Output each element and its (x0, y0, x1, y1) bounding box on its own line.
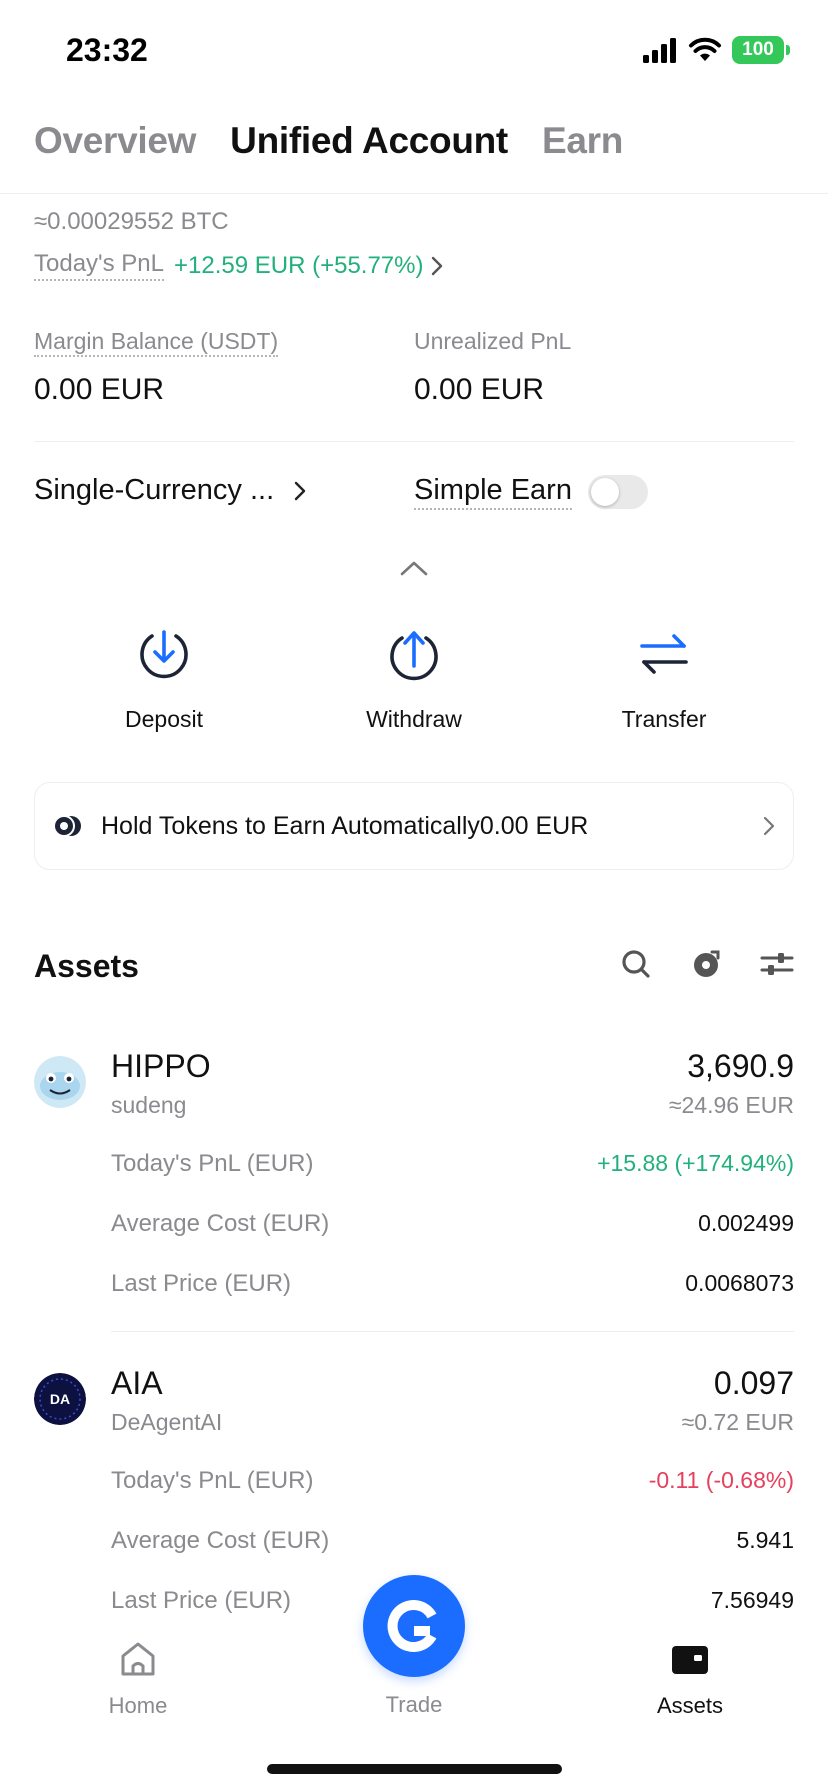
battery-tip (786, 45, 790, 55)
tabs-divider (0, 193, 828, 194)
chevron-right-icon (432, 256, 443, 275)
simple-earn-toggle[interactable] (587, 475, 648, 509)
status-time: 23:32 (66, 32, 148, 68)
coin-filter-icon[interactable] (690, 948, 722, 980)
last-price-label: Last Price (EUR) (111, 1270, 292, 1297)
simple-earn-row: Simple Earn (414, 474, 648, 510)
home-indicator (267, 1764, 562, 1774)
margin-balance: Margin Balance (USDT) 0.00 EUR (34, 328, 279, 407)
average-cost-value: 0.002499 (698, 1210, 794, 1236)
trade-button[interactable] (363, 1575, 465, 1677)
tab-assets[interactable]: Assets (630, 1640, 750, 1719)
tab-earn[interactable]: Earn (542, 120, 623, 162)
deposit-button[interactable]: Deposit (64, 624, 264, 733)
coins-icon (53, 815, 81, 837)
deposit-label: Deposit (125, 706, 203, 732)
chevron-right-icon (294, 481, 306, 500)
account-mode-row: Single-Currency ... Simple Earn (34, 474, 794, 514)
asset-divider (111, 1331, 794, 1332)
margin-balance-label[interactable]: Margin Balance (USDT) (34, 328, 279, 357)
account-tabs: Overview Unified Account Earn (34, 120, 623, 162)
wifi-icon (689, 37, 721, 61)
hippo-coin-icon (34, 1056, 86, 1108)
todays-pnl-value: +12.59 EUR (+55.77%) (174, 251, 424, 279)
coin-symbol: HIPPO (111, 1048, 211, 1084)
unrealized-pnl-value: 0.00 EUR (414, 373, 545, 406)
tab-assets-label: Assets (656, 1693, 724, 1718)
transfer-button[interactable]: Transfer (564, 624, 764, 733)
assets-title: Assets (34, 948, 139, 984)
todays-pnl-label[interactable]: Today's PnL (34, 250, 164, 281)
battery-icon: 100 (732, 36, 790, 64)
auto-earn-banner[interactable]: Hold Tokens to Earn Automatically0.00 EU… (34, 782, 794, 870)
auto-earn-text: Hold Tokens to Earn Automatically0.00 EU… (101, 811, 589, 840)
btc-equivalent: ≈0.00029552 BTC (34, 208, 229, 235)
withdraw-icon (390, 631, 438, 681)
transfer-label: Transfer (621, 706, 707, 732)
signal-icon (643, 38, 676, 63)
todays-pnl-row[interactable]: Today's PnL +12.59 EUR (+55.77%) (34, 250, 443, 281)
todays-pnl-value: -0.11 (-0.68%) (648, 1467, 794, 1493)
margin-balance-value: 0.00 EUR (34, 373, 165, 406)
battery-level: 100 (732, 36, 784, 64)
average-cost-value: 5.941 (736, 1527, 794, 1553)
assets-header: Assets (34, 944, 794, 992)
withdraw-button[interactable]: Withdraw (314, 624, 514, 733)
tab-home[interactable]: Home (78, 1640, 198, 1719)
chevron-up-icon[interactable] (398, 558, 430, 583)
coin-fiat-value: ≈24.96 EUR (668, 1092, 794, 1118)
search-icon[interactable] (620, 948, 652, 980)
todays-pnl-label: Today's PnL (EUR) (111, 1467, 314, 1494)
unrealized-pnl-label: Unrealized PnL (414, 328, 572, 354)
assets-tools (620, 948, 794, 980)
account-mode-selector[interactable]: Single-Currency ... (34, 474, 306, 507)
todays-pnl-value: +15.88 (+174.94%) (597, 1150, 794, 1176)
home-icon (121, 1642, 155, 1676)
aia-logo-text: DA (50, 1391, 70, 1407)
deposit-icon (140, 630, 188, 679)
last-price-value: 7.56949 (710, 1587, 794, 1613)
coin-name: DeAgentAI (111, 1409, 223, 1435)
tab-overview[interactable]: Overview (34, 120, 196, 162)
average-cost-label: Average Cost (EUR) (111, 1210, 330, 1237)
summary-divider (34, 441, 794, 442)
account-mode-label: Single-Currency ... (34, 474, 275, 506)
status-icons: 100 (642, 36, 790, 64)
status-bar: 23:32 100 (0, 0, 828, 100)
coin-amount: 3,690.9 (687, 1048, 794, 1084)
withdraw-label: Withdraw (366, 706, 462, 732)
coin-fiat-value: ≈0.72 EUR (681, 1409, 794, 1435)
chevron-right-icon (763, 816, 775, 836)
tab-unified-account[interactable]: Unified Account (230, 120, 508, 162)
last-price-label: Last Price (EUR) (111, 1587, 292, 1614)
average-cost-label: Average Cost (EUR) (111, 1527, 330, 1554)
wallet-icon (672, 1646, 708, 1674)
tab-home-label: Home (108, 1693, 168, 1718)
coin-name: sudeng (111, 1092, 187, 1118)
aia-coin-icon: DA (34, 1373, 86, 1425)
transfer-icon (640, 634, 688, 674)
tab-trade-label[interactable]: Trade (354, 1692, 474, 1718)
trade-icon (387, 1600, 437, 1652)
todays-pnl-label: Today's PnL (EUR) (111, 1150, 314, 1177)
unrealized-pnl: Unrealized PnL 0.00 EUR (414, 328, 571, 407)
toggle-knob (590, 478, 619, 506)
last-price-value: 0.0068073 (685, 1270, 794, 1296)
coin-symbol: AIA (111, 1365, 163, 1401)
coin-amount: 0.097 (713, 1365, 794, 1401)
simple-earn-label[interactable]: Simple Earn (414, 474, 572, 510)
settings-sliders-icon[interactable] (760, 949, 794, 979)
